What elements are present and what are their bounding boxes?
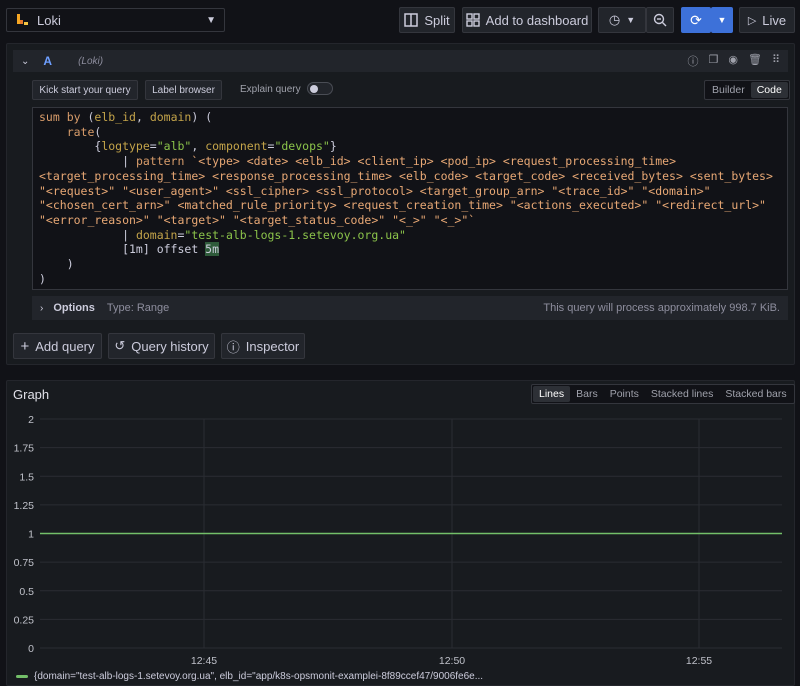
explain-query-label: Explain query: [240, 84, 301, 95]
graph-style-bars[interactable]: Bars: [570, 386, 604, 402]
history-icon: ↺: [114, 338, 126, 353]
legend-item[interactable]: {domain="test-alb-logs-1.setevoy.org.ua"…: [16, 671, 483, 682]
info-icon: ⓘ: [226, 339, 240, 355]
graph-style-points[interactable]: Points: [604, 386, 645, 402]
query-options-bar[interactable]: › Options Type: Range This query will pr…: [32, 296, 788, 320]
eye-icon[interactable]: ◉: [728, 53, 738, 69]
query-code-editor[interactable]: sum by (elb_id, domain) ( rate( {logtype…: [32, 107, 788, 290]
dashboard-icon: [465, 13, 480, 27]
loki-logo-icon: [17, 14, 28, 25]
trash-icon[interactable]: 🗑︎: [748, 53, 762, 69]
refresh-button[interactable]: ⟳: [681, 7, 711, 33]
y-tick-label: 1.5: [19, 471, 34, 483]
explain-query-toggle[interactable]: [307, 82, 333, 95]
legend-label: {domain="test-alb-logs-1.setevoy.org.ua"…: [34, 671, 484, 682]
zoom-out-button[interactable]: [646, 7, 674, 33]
editor-mode-switch: Builder Code: [704, 80, 790, 100]
label-browser-button[interactable]: Label browser: [145, 80, 222, 100]
add-to-dashboard-label: Add to dashboard: [485, 12, 589, 28]
query-size-info: This query will process approximately 99…: [543, 302, 780, 314]
query-datasource-hint: (Loki): [78, 55, 104, 67]
mode-code[interactable]: Code: [750, 82, 788, 98]
split-label: Split: [424, 12, 450, 28]
chevron-down-icon: ▼: [717, 15, 727, 25]
y-tick-label: 0.5: [19, 586, 34, 598]
label-browser-label: Label browser: [152, 84, 215, 96]
inspector-label: Inspector: [245, 338, 300, 354]
line-chart: 12:45 12:50 12:55 0 0.25 0.5 0.75 1 1.25 1.5 1.75 2: [14, 414, 782, 667]
chevron-down-icon: ▼: [206, 14, 216, 26]
graph-title: Graph: [13, 387, 50, 402]
graph-style-stacked-bars[interactable]: Stacked bars: [719, 386, 792, 402]
y-tick-label: 0.25: [14, 614, 35, 626]
kick-start-label: Kick start your query: [39, 84, 131, 96]
legend-swatch: [16, 675, 28, 678]
y-tick-label: 1: [28, 529, 34, 541]
duplicate-icon[interactable]: ❐: [708, 53, 718, 69]
graph-chart: 12:45 12:50 12:55 0 0.25 0.5 0.75 1 1.25 1.5 1.75 2: [0, 405, 800, 673]
options-type: Type: Range: [106, 302, 170, 314]
split-button[interactable]: Split: [399, 7, 455, 33]
datasource-name: Loki: [37, 12, 61, 28]
split-icon: [404, 13, 419, 27]
x-tick-label: 12:50: [439, 655, 465, 667]
kick-start-query-button[interactable]: Kick start your query: [32, 80, 138, 100]
datasource-picker[interactable]: Loki ▼: [6, 8, 225, 32]
zoom-out-icon: [653, 13, 667, 27]
collapse-chevron-icon[interactable]: ⌄: [21, 56, 29, 67]
graph-style-switch: Lines Bars Points Stacked lines Stacked bars: [531, 384, 795, 404]
y-tick-label: 0: [28, 643, 34, 655]
add-to-dashboard-button[interactable]: Add to dashboard: [462, 7, 592, 33]
y-tick-label: 0.75: [14, 557, 35, 569]
mode-builder[interactable]: Builder: [706, 82, 751, 98]
y-tick-label: 2: [28, 414, 34, 426]
refresh-icon: ⟳: [690, 11, 702, 28]
y-tick-label: 1.25: [14, 500, 35, 512]
x-tick-label: 12:45: [191, 655, 217, 667]
chevron-right-icon: ›: [40, 302, 44, 314]
add-query-label: Add query: [35, 338, 95, 354]
query-history-button[interactable]: ↺ Query history: [108, 333, 215, 359]
query-row-header: ⌄ A (Loki) ⓘ ❐ ◉ 🗑︎ ⠿: [13, 50, 788, 72]
chevron-down-icon: ▼: [626, 15, 636, 25]
graph-style-stacked-lines[interactable]: Stacked lines: [645, 386, 719, 402]
toolbar: Loki ▼ Split Add to dashboard ◷ ▼ ⟳ ▼ ▷ …: [0, 0, 800, 40]
y-tick-label: 1.75: [14, 443, 35, 455]
live-button[interactable]: ▷ Live: [739, 7, 795, 33]
help-icon[interactable]: ⓘ: [687, 53, 698, 69]
live-label: Live: [762, 12, 787, 28]
x-tick-label: 12:55: [686, 655, 712, 667]
time-picker-button[interactable]: ◷ ▼: [598, 7, 646, 33]
play-icon: ▷: [747, 14, 757, 27]
drag-handle-icon[interactable]: ⠿: [772, 53, 780, 69]
query-ref[interactable]: A: [43, 54, 52, 68]
graph-style-lines[interactable]: Lines: [533, 386, 571, 402]
refresh-interval-button[interactable]: ▼: [711, 7, 733, 33]
query-history-label: Query history: [131, 338, 209, 354]
add-query-button[interactable]: + Add query: [13, 333, 102, 359]
inspector-button[interactable]: ⓘ Inspector: [221, 333, 305, 359]
clock-icon: ◷: [608, 12, 621, 27]
options-label: Options: [53, 302, 95, 314]
plus-icon: +: [20, 337, 30, 355]
